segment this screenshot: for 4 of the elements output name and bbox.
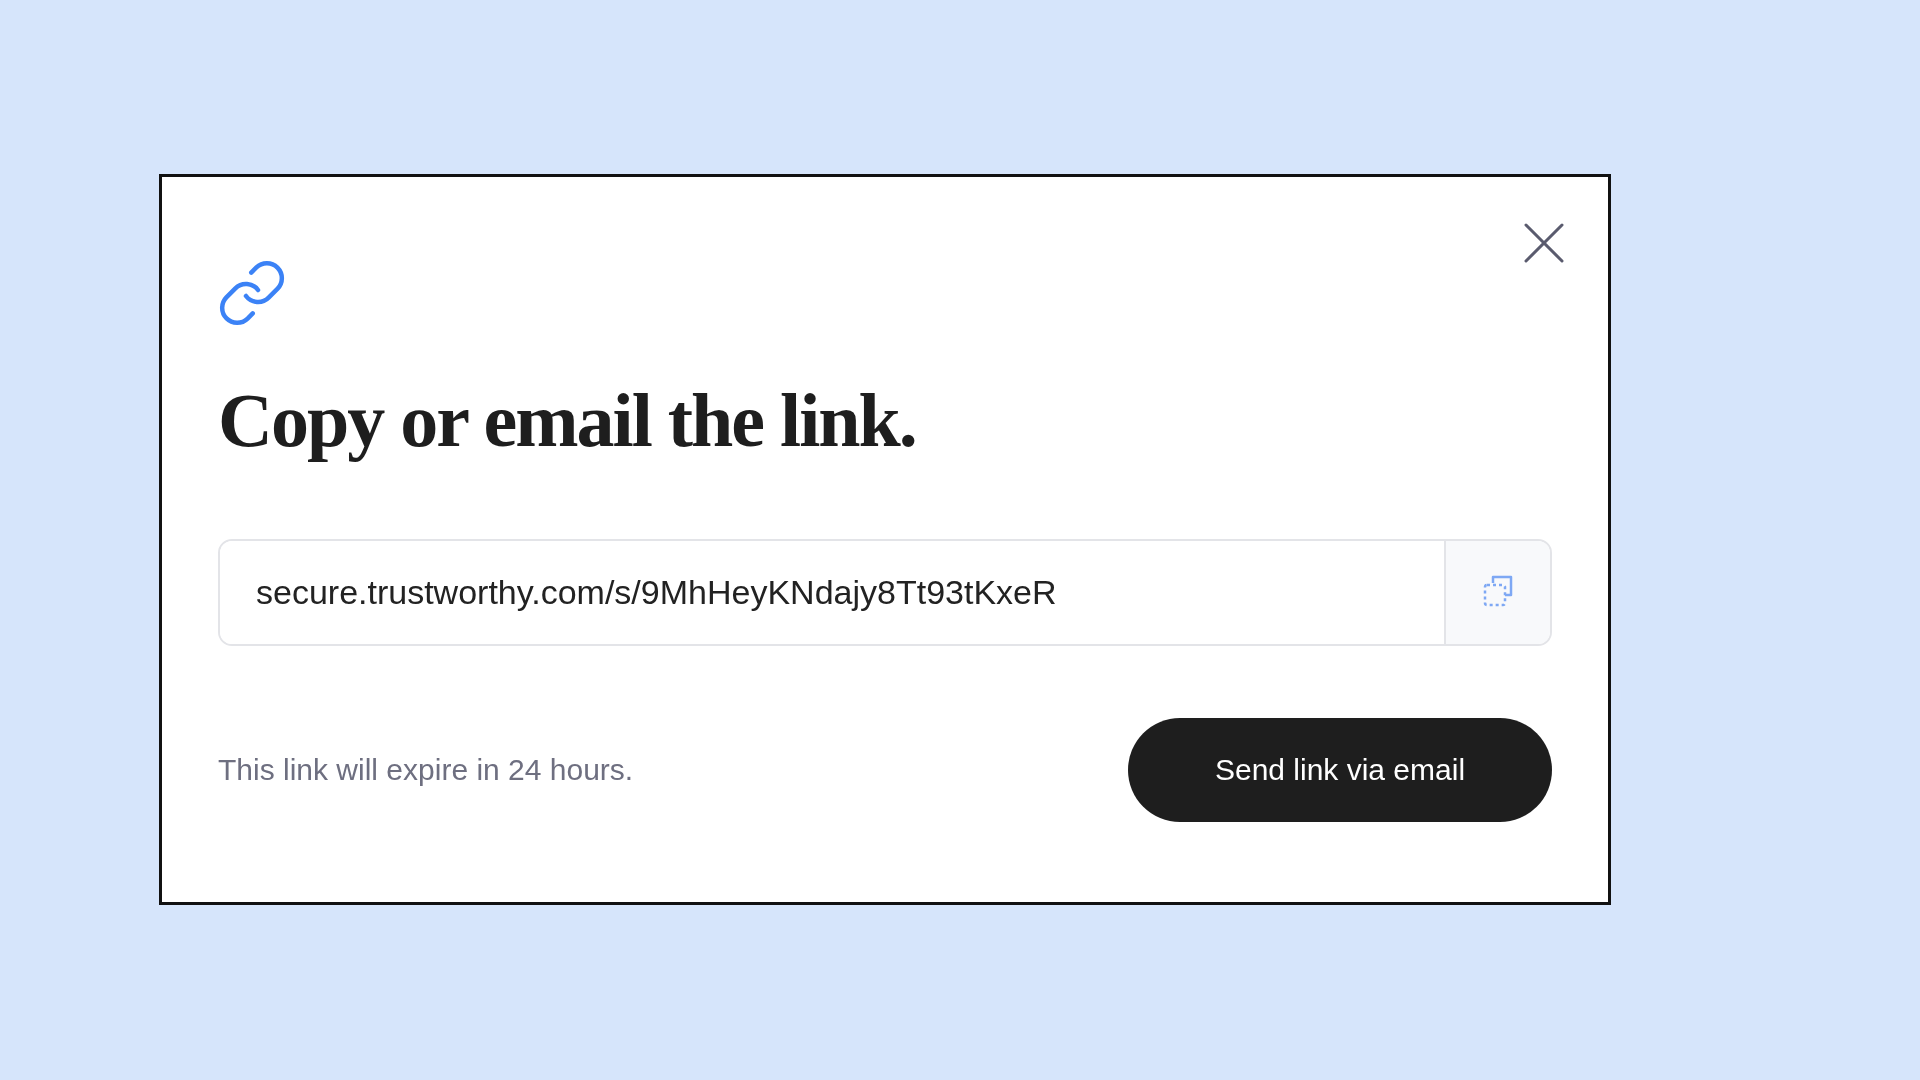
- send-email-button[interactable]: Send link via email: [1128, 717, 1552, 822]
- link-field[interactable]: secure.trustworthy.com/s/9MhHeyKNdajy8Tt93tKxeR: [218, 538, 1552, 646]
- expiry-note: This link will expire in 24 hours.: [218, 752, 634, 787]
- dialog-title: Copy or email the link.: [218, 379, 917, 463]
